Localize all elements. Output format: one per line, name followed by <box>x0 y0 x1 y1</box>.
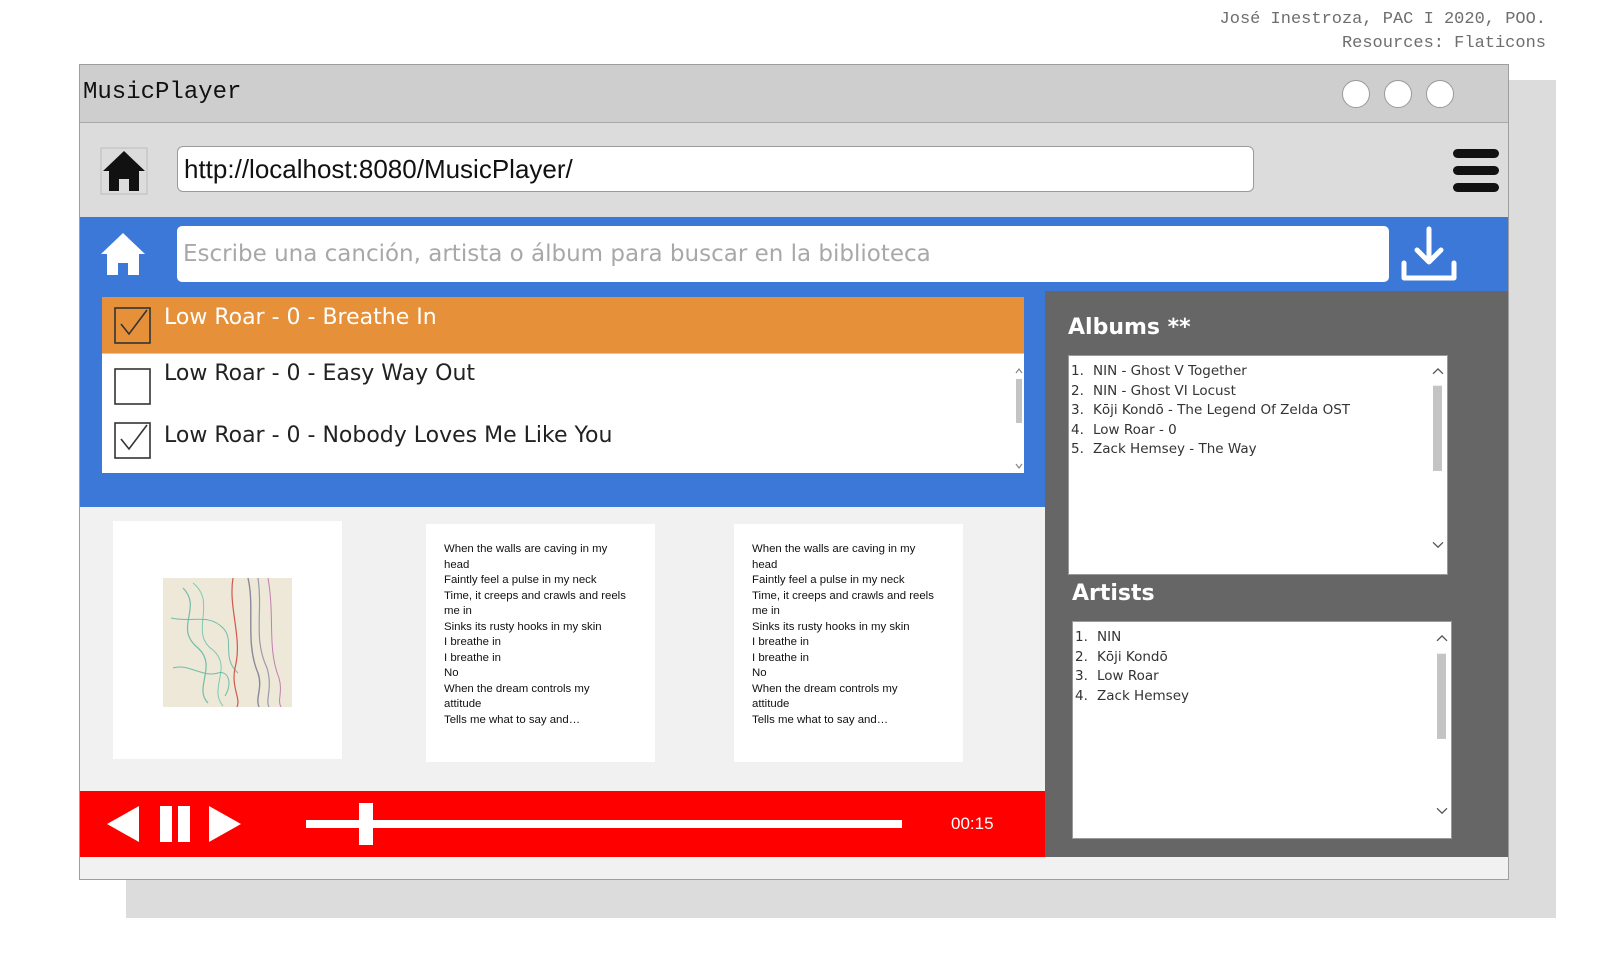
browser-toolbar: http://localhost:8080/MusicPlayer/ <box>80 123 1508 217</box>
credit-line-resources: Resources: Flaticons <box>1341 34 1546 53</box>
track-item[interactable]: Low Roar - 0 - Easy Way Out <box>102 354 1024 410</box>
list-item[interactable]: 4. Low Roar - 0 <box>1071 421 1447 441</box>
list-item-number: 1. <box>1071 363 1084 379</box>
list-item-number: 5. <box>1071 441 1084 458</box>
credit-note: José Inestroza, PAC I 2020, POO. Resourc… <box>1220 8 1546 56</box>
previous-icon[interactable] <box>106 805 140 843</box>
list-item-number: 4. <box>1071 421 1084 438</box>
list-item-number: 1. <box>1075 629 1088 645</box>
library-sidebar: Albums ** 1. NIN - Ghost V Together 2. NIN … <box>1045 291 1508 857</box>
lyrics-card[interactable]: When the walls are caving in my head Fai… <box>734 524 963 762</box>
credit-line-author: José Inestroza, PAC I 2020, POO. <box>1219 10 1546 29</box>
app-header: Escribe una canción, artista o álbum par… <box>80 217 1508 291</box>
track-label: Low Roar - 0 - Easy Way Out <box>164 361 476 386</box>
app-home-icon[interactable] <box>98 229 148 279</box>
list-item[interactable]: 2. NIN - Ghost VI Locust <box>1071 382 1447 402</box>
checkbox-checked-icon[interactable] <box>114 307 151 344</box>
list-item-label: NIN <box>1097 629 1122 645</box>
list-item-number: 3. <box>1071 402 1084 419</box>
queue-panel: Low Roar - 0 - Breathe In Low Roar - 0 -… <box>80 291 1045 507</box>
checkbox-checked-icon[interactable] <box>114 422 151 459</box>
track-label: Low Roar - 0 - Nobody Loves Me Like You <box>164 423 613 448</box>
title-bar: MusicPlayer <box>80 65 1508 123</box>
playback-bar: 00:15 <box>80 791 1045 857</box>
list-item-label: Zack Hemsey - The Way <box>1093 441 1257 458</box>
artists-list: 1. NIN 2. Kōji Kondō 3. Low Roar 4. Zack Hemsey <box>1072 621 1452 839</box>
list-item-label: Kōji Kondō - The Legend Of Zelda OST <box>1093 402 1351 419</box>
list-item[interactable]: 4. Zack Hemsey <box>1075 687 1451 707</box>
album-art-card[interactable] <box>113 521 342 759</box>
list-item-label: Zack Hemsey <box>1097 687 1189 704</box>
albums-list: 1. NIN - Ghost V Together 2. NIN - Ghost VI… <box>1068 355 1448 575</box>
albums-scrollbar[interactable] <box>1429 356 1447 574</box>
list-item-number: 2. <box>1075 648 1088 665</box>
track-item[interactable]: Low Roar - 0 - Nobody Loves Me Like You <box>102 413 1024 469</box>
app-window: MusicPlayer http://localhost:8080/MusicP… <box>79 64 1509 880</box>
hamburger-menu-icon[interactable] <box>1453 147 1499 195</box>
track-label: Low Roar - 0 - Breathe In <box>164 305 437 330</box>
list-item-label: Low Roar - 0 <box>1093 421 1177 438</box>
album-cover-image <box>163 578 292 707</box>
playback-time: 00:15 <box>951 814 994 833</box>
pause-icon[interactable] <box>159 805 191 843</box>
track-item[interactable]: Low Roar - 0 - Breathe In <box>102 297 1024 353</box>
list-item-label: Kōji Kondō <box>1097 648 1168 665</box>
play-next-icon[interactable] <box>208 805 242 843</box>
queue-scrollbar[interactable] <box>1014 367 1024 471</box>
list-item-label: NIN - Ghost VI Locust <box>1093 382 1236 399</box>
window-title: MusicPlayer <box>83 79 242 106</box>
lyrics-card[interactable]: When the walls are caving in my head Fai… <box>426 524 655 762</box>
seek-slider[interactable] <box>306 803 906 845</box>
list-item-label: NIN - Ghost V Together <box>1093 363 1247 379</box>
download-icon[interactable] <box>1400 225 1458 283</box>
list-item[interactable]: 3. Low Roar <box>1075 667 1451 687</box>
list-item-number: 3. <box>1075 668 1088 685</box>
home-icon[interactable] <box>100 147 148 195</box>
list-item[interactable]: 5. Zack Hemsey - The Way <box>1071 440 1447 460</box>
list-item[interactable]: 1. NIN - Ghost V Together <box>1071 362 1447 382</box>
minimize-button[interactable] <box>1342 80 1370 108</box>
albums-heading: Albums ** <box>1068 315 1191 340</box>
track-queue: Low Roar - 0 - Breathe In Low Roar - 0 -… <box>102 297 1024 473</box>
checkbox-unchecked-icon[interactable] <box>114 368 151 405</box>
list-item[interactable]: 3. Kōji Kondō - The Legend Of Zelda OST <box>1071 401 1447 421</box>
url-field[interactable]: http://localhost:8080/MusicPlayer/ <box>177 146 1254 192</box>
list-item-label: Low Roar <box>1097 668 1159 685</box>
list-item-number: 4. <box>1075 687 1088 704</box>
list-item-number: 2. <box>1071 382 1084 399</box>
artists-scrollbar[interactable] <box>1433 622 1451 838</box>
list-item[interactable]: 2. Kōji Kondō <box>1075 648 1451 668</box>
maximize-button[interactable] <box>1384 80 1412 108</box>
now-playing-cards: When the walls are caving in my head Fai… <box>80 507 1045 795</box>
seek-slider-handle[interactable] <box>359 803 373 845</box>
list-item[interactable]: 1. NIN <box>1075 628 1451 648</box>
close-button[interactable] <box>1426 80 1454 108</box>
artists-heading: Artists <box>1072 581 1155 606</box>
library-search-input[interactable]: Escribe una canción, artista o álbum par… <box>177 226 1389 282</box>
